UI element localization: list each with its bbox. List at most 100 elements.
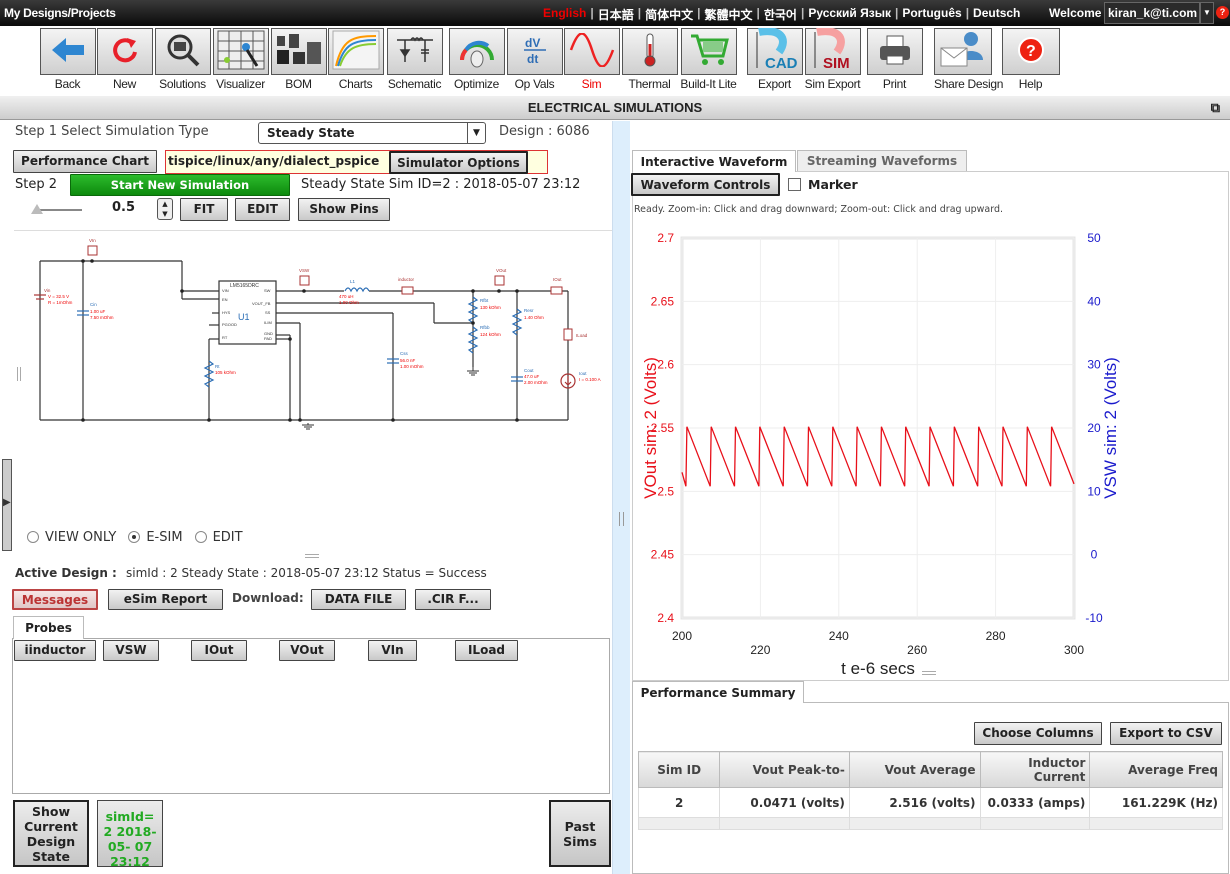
column-header[interactable]: Sim ID bbox=[637, 751, 721, 788]
schematic-canvas[interactable]: LM5165DRC U1 VIN EN HYS PGOOD RT SW VOUT_FB SS… bbox=[14, 230, 612, 520]
y2-tick-label: 20 bbox=[1087, 421, 1101, 435]
svg-text:Cin: Cin bbox=[90, 302, 97, 307]
toolbar-print-button[interactable]: Print bbox=[866, 28, 923, 92]
simulation-type-select[interactable]: Steady State ▼ bbox=[258, 122, 486, 144]
toolbar-solutions-button[interactable]: Solutions bbox=[154, 28, 211, 92]
y-tick-label: 2.7 bbox=[657, 231, 674, 245]
export-csv-button[interactable]: Export to CSV bbox=[1110, 722, 1222, 745]
zoom-slider-handle[interactable] bbox=[31, 204, 43, 214]
column-header[interactable]: Vout Average bbox=[848, 751, 981, 788]
probe-button-vout[interactable]: VOut bbox=[279, 640, 335, 661]
toolbar-label: Schematic bbox=[387, 77, 442, 91]
language-link[interactable]: 简体中文 bbox=[642, 6, 696, 23]
language-link[interactable]: Português bbox=[899, 6, 964, 23]
waveform-controls-button[interactable]: Waveform Controls bbox=[631, 173, 780, 196]
toolbar-back-button[interactable]: Back bbox=[39, 28, 96, 92]
user-dropdown-icon[interactable]: ▼ bbox=[1200, 2, 1214, 24]
data-file-button[interactable]: DATA FILE bbox=[311, 589, 406, 610]
y2-tick-label: 10 bbox=[1087, 484, 1101, 498]
toolbar-schematic-button[interactable]: Schematic bbox=[386, 28, 443, 92]
vertical-resize-grip[interactable] bbox=[305, 554, 319, 558]
column-header[interactable]: Inductor Current bbox=[979, 751, 1091, 788]
radio-button-icon[interactable] bbox=[27, 531, 39, 543]
start-new-simulation-button[interactable]: Start New Simulation bbox=[70, 174, 290, 196]
language-link[interactable]: English bbox=[540, 6, 589, 23]
toolbar-thermal-button[interactable]: Thermal bbox=[621, 28, 678, 92]
my-designs-link[interactable]: My Designs/Projects bbox=[4, 6, 116, 20]
probe-button-iload[interactable]: ILoad bbox=[455, 640, 518, 661]
probe-button-vsw[interactable]: VSW bbox=[103, 640, 159, 661]
choose-columns-button[interactable]: Choose Columns bbox=[974, 722, 1102, 745]
toolbar-sim-export-button[interactable]: SIM Sim Export bbox=[804, 27, 861, 92]
toolbar-sim-button[interactable]: Sim bbox=[563, 28, 620, 92]
help-dot-icon[interactable]: ? bbox=[1216, 6, 1229, 19]
toolbar-charts-button[interactable]: Charts bbox=[327, 28, 384, 92]
welcome-label: Welcome bbox=[1049, 6, 1102, 20]
esim-report-button[interactable]: eSim Report bbox=[108, 589, 223, 610]
table-cell: 0.0333 (amps) bbox=[979, 787, 1091, 818]
column-header[interactable]: Vout Peak-to- bbox=[719, 751, 850, 788]
radio-button-icon[interactable] bbox=[194, 531, 207, 543]
zoom-stepper[interactable]: ▲ ▼ bbox=[157, 198, 173, 220]
simulator-options-button[interactable]: Simulator Options bbox=[389, 151, 528, 174]
language-link[interactable]: 한국어 bbox=[761, 6, 800, 23]
probe-button-iout[interactable]: IOut bbox=[191, 640, 247, 661]
tab-streaming-waveforms[interactable]: Streaming Waveforms bbox=[797, 150, 967, 171]
svg-text:SS: SS bbox=[265, 310, 271, 315]
toolbar-bom-button[interactable]: BOM bbox=[270, 28, 327, 92]
schematic-resize-grip[interactable] bbox=[17, 367, 21, 381]
past-sims-button[interactable]: Past Sims bbox=[549, 800, 611, 867]
toolbar-optimize-button[interactable]: Optimize bbox=[448, 28, 505, 92]
edit-button[interactable]: EDIT bbox=[235, 198, 290, 221]
toolbar-help-button[interactable]: ? Help bbox=[1002, 28, 1060, 92]
tab-performance-summary[interactable]: Performance Summary bbox=[632, 681, 804, 703]
ic-part-label: LM5165DRC bbox=[230, 283, 259, 289]
toolbar-export-button[interactable]: CAD Export bbox=[746, 27, 803, 92]
column-header[interactable]: Average Freq bbox=[1089, 751, 1223, 788]
sim-history-card[interactable]: simId= 2 2018-05- 07 23:12 bbox=[97, 800, 163, 869]
probe-button-vin[interactable]: VIn bbox=[368, 640, 417, 661]
radio-button-icon[interactable] bbox=[128, 531, 141, 543]
toolbar-new-button[interactable]: New bbox=[96, 28, 153, 92]
language-link[interactable]: Deutsch bbox=[970, 6, 1023, 23]
performance-chart-button[interactable]: Performance Chart bbox=[13, 150, 157, 173]
pane-splitter[interactable] bbox=[612, 121, 630, 874]
tab-probes[interactable]: Probes bbox=[13, 616, 84, 639]
toolbar-op-vals-button[interactable]: dV dt Op Vals bbox=[506, 28, 563, 92]
svg-text:I = 0.100 A: I = 0.100 A bbox=[579, 377, 601, 382]
expand-arrow-icon[interactable]: ▶ bbox=[3, 497, 11, 508]
language-link[interactable]: Русский Язык bbox=[805, 6, 894, 23]
messages-button[interactable]: Messages bbox=[12, 589, 98, 610]
svg-text:ILoad: ILoad bbox=[576, 333, 588, 338]
cir-file-button[interactable]: .CIR F... bbox=[415, 589, 491, 610]
user-menu[interactable]: kiran_k@ti.com bbox=[1104, 2, 1200, 24]
pane-splitter-grip[interactable] bbox=[619, 512, 624, 526]
toolbar-visualizer-button[interactable]: Visualizer bbox=[212, 28, 269, 92]
mode-radio-e-sim[interactable]: E-SIM bbox=[128, 530, 183, 545]
mode-radio-group: VIEW ONLY E-SIM EDIT bbox=[27, 530, 255, 545]
svg-text:47.0 uF: 47.0 uF bbox=[524, 374, 540, 379]
simulation-type-value: Steady State bbox=[267, 126, 355, 140]
probe-button-iinductor[interactable]: iinductor bbox=[14, 640, 96, 661]
svg-text:VOUT_FB: VOUT_FB bbox=[252, 301, 271, 306]
toolbar-share-design-button[interactable]: Share Design bbox=[934, 28, 1003, 92]
toolbar-build-it-lite-button[interactable]: Build-It Lite bbox=[680, 28, 737, 92]
magnifier-chip-icon bbox=[166, 33, 200, 70]
share-envelope-icon bbox=[937, 30, 989, 73]
fit-button[interactable]: FIT bbox=[180, 198, 228, 221]
chart-resize-grip[interactable] bbox=[922, 671, 936, 675]
table-row[interactable]: 2 0.0471 (volts) 2.516 (volts) 0.0333 (amps… bbox=[637, 787, 1223, 818]
language-link[interactable]: 繁體中文 bbox=[701, 6, 755, 23]
svg-text:1.00 mOhm: 1.00 mOhm bbox=[400, 364, 424, 369]
mode-radio-edit[interactable]: EDIT bbox=[194, 530, 243, 545]
show-current-design-state-button[interactable]: Show Current Design State bbox=[13, 800, 89, 867]
chevron-down-icon[interactable]: ▼ bbox=[467, 123, 485, 143]
marker-checkbox[interactable] bbox=[788, 178, 801, 191]
y2-tick-label: 50 bbox=[1087, 231, 1101, 245]
show-pins-button[interactable]: Show Pins bbox=[298, 198, 390, 221]
waveform-chart[interactable]: 200 220 240 260 280 300 2.4 2.45 2.5 2.55 2.6 2.65 2… bbox=[630, 222, 1230, 680]
language-link[interactable]: 日本語 bbox=[595, 6, 637, 23]
restore-window-icon[interactable]: ⧉ bbox=[1211, 96, 1220, 120]
mode-radio-view-only[interactable]: VIEW ONLY bbox=[27, 530, 116, 545]
tab-interactive-waveform[interactable]: Interactive Waveform bbox=[632, 150, 796, 172]
